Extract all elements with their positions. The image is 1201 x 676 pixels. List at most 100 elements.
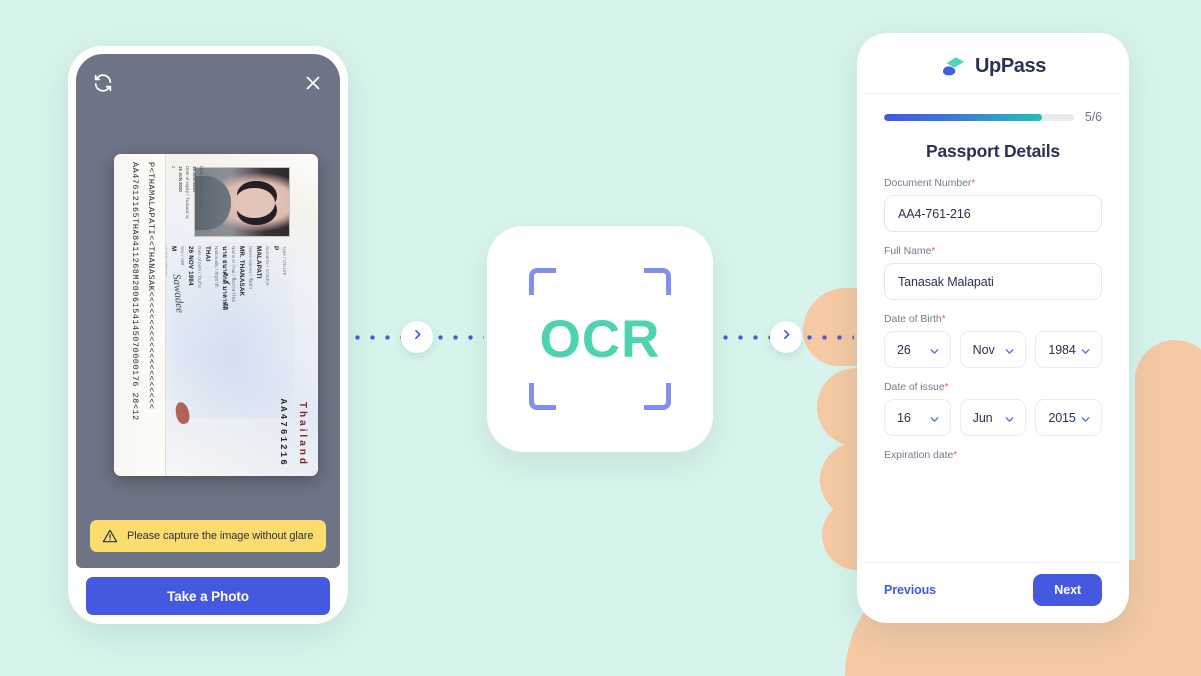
- hand-thumb: [1135, 340, 1201, 640]
- chevron-down-icon: [1004, 344, 1015, 355]
- passport-stamp: [174, 401, 191, 425]
- previous-button[interactable]: Previous: [884, 583, 936, 597]
- required-marker: *: [953, 450, 958, 461]
- illustration-stage: Thailand AA4761216 Type / ประเภท P Surna…: [0, 0, 1201, 676]
- required-marker: *: [931, 246, 936, 257]
- doi-year-select[interactable]: 2015: [1035, 399, 1103, 436]
- chevron-down-icon: [1080, 344, 1091, 355]
- full-name-input[interactable]: [884, 263, 1102, 300]
- ocr-processing-card: OCR: [487, 226, 713, 452]
- field-surname-value: MALAPATI: [255, 246, 263, 279]
- date-of-issue-row: 16 Jun 2015: [884, 399, 1103, 436]
- page-title: Passport Details: [926, 141, 1060, 161]
- form-footer: Previous Next: [864, 562, 1122, 616]
- passport-page: Thailand AA4761216 Type / ประเภท P Surna…: [114, 154, 318, 476]
- progress-bar-track: [884, 113, 1074, 121]
- label-text: Expiration date: [884, 449, 954, 461]
- dotted-line: [350, 334, 401, 340]
- date-of-issue-label: Date of issue*: [884, 381, 1102, 393]
- field-nationality-label: Nationality / สัญชาติ: [214, 246, 219, 287]
- progress-step-label: 5/6: [1084, 110, 1102, 124]
- field-type-label: Type / ประเภท: [282, 246, 287, 276]
- connector-right: [718, 321, 854, 353]
- required-marker: *: [971, 178, 976, 189]
- document-number-input[interactable]: [884, 195, 1102, 232]
- rotate-camera-icon[interactable]: [92, 72, 114, 94]
- passport-mrz: P<THAMALAPATI<<THANASAK<<<<<<<<<<<<<<<<<…: [114, 154, 166, 476]
- form-body: 5/6 Passport Details Document Number* Fu…: [864, 94, 1122, 562]
- passport-details-phone: UpPass 5/6 Passport Details Document Num…: [857, 33, 1129, 623]
- camera-viewfinder: Thailand AA4761216 Type / ประเภท P Surna…: [76, 54, 340, 568]
- required-marker: *: [944, 382, 949, 393]
- arrow-connector-1[interactable]: [401, 321, 433, 353]
- dob-day-value: 26: [897, 342, 911, 357]
- connector-left: [350, 321, 484, 353]
- field-name-thai-value: นาย ธนาศักดิ์ มาลาพัติ: [221, 246, 229, 311]
- label-text: Date of Birth: [884, 313, 942, 325]
- field-surname-label: Surname / นามสกุล: [265, 246, 270, 286]
- dob-year-value: 1984: [1048, 342, 1076, 357]
- chevron-right-icon: [411, 328, 424, 346]
- mrz-line-1: P<THAMALAPATI<<THANASAK<<<<<<<<<<<<<<<<<…: [146, 162, 156, 410]
- dotted-line: [433, 334, 484, 340]
- dob-month-value: Nov: [972, 342, 995, 357]
- progress-bar-fill: [884, 113, 1042, 121]
- progress-row: 5/6: [884, 110, 1102, 124]
- field-dob-label: Date of birth / วันเกิด: [197, 246, 202, 288]
- dob-month-select[interactable]: Nov: [959, 331, 1027, 368]
- ocr-label: OCR: [539, 309, 661, 369]
- dotted-line: [718, 334, 770, 340]
- field-doe-label: Date of expiry / วันหมดอายุ: [185, 166, 190, 219]
- take-photo-button[interactable]: Take a Photo: [86, 577, 330, 615]
- form-screen: UpPass 5/6 Passport Details Document Num…: [864, 40, 1122, 616]
- full-name-label: Full Name*: [884, 245, 1102, 257]
- passport-country: Thailand: [297, 401, 308, 467]
- field-sex-value: M: [170, 246, 178, 252]
- doi-day-value: 16: [897, 410, 911, 425]
- field-doi-label: Date of issue / วันออก: [199, 166, 204, 209]
- label-text: Date of issue: [884, 381, 945, 393]
- date-of-birth-row: 26 Nov 1984: [884, 331, 1103, 368]
- close-icon[interactable]: [302, 72, 324, 94]
- dotted-line: [802, 334, 854, 340]
- chevron-right-icon: [780, 328, 793, 346]
- doi-month-value: Jun: [972, 410, 993, 425]
- glare-warning-text: Please capture the image without glare: [127, 530, 314, 542]
- passport-issue-expiry-block: Date of issue / วันออก 16 JUN 2015 Date …: [170, 166, 205, 228]
- document-capture-phone: Thailand AA4761216 Type / ประเภท P Surna…: [68, 46, 348, 624]
- passport-portrait-photo: [194, 167, 290, 237]
- arrow-connector-2[interactable]: [770, 321, 802, 353]
- doi-day-select[interactable]: 16: [884, 399, 951, 436]
- chevron-down-icon: [929, 344, 940, 355]
- required-marker: *: [941, 314, 946, 325]
- date-of-birth-label: Date of Birth*: [884, 313, 1102, 325]
- passport-document-preview: Thailand AA4761216 Type / ประเภท P Surna…: [114, 154, 318, 476]
- label-text: Document Number: [884, 177, 972, 189]
- field-given-value: MR. THANASAK: [238, 246, 246, 297]
- chevron-down-icon: [1004, 412, 1015, 423]
- field-name-thai-label: Name in Thai / ชื่อภาษาไทย: [231, 246, 236, 303]
- warning-triangle-icon: [102, 528, 118, 544]
- mrz-line-2: AA47612165THA8411268M2006154145070000176…: [130, 162, 140, 421]
- passport-page-number: 2: [171, 166, 176, 169]
- dob-year-select[interactable]: 1984: [1035, 331, 1103, 368]
- field-doi-value: 16 JUN 2015: [192, 166, 197, 192]
- app-header: UpPass: [864, 40, 1122, 94]
- field-dob-value: 26 NOV 1984: [187, 246, 195, 286]
- field-sex-label: Sex / เพศ: [180, 246, 185, 266]
- doi-year-value: 2015: [1048, 410, 1076, 425]
- camera-toolbar: [76, 66, 340, 100]
- uppass-logo-icon: [940, 55, 967, 79]
- capture-bar: Take a Photo: [76, 568, 340, 624]
- brand-name: UpPass: [975, 55, 1046, 77]
- field-given-label: Given Names / ชื่อตัว: [248, 246, 253, 290]
- chevron-down-icon: [929, 412, 940, 423]
- expiration-date-label: Expiration date*: [884, 449, 1102, 461]
- next-button[interactable]: Next: [1033, 573, 1102, 606]
- field-nationality-value: THAI: [204, 246, 212, 262]
- dob-day-select[interactable]: 26: [884, 331, 951, 368]
- doi-month-select[interactable]: Jun: [959, 399, 1027, 436]
- chevron-down-icon: [1080, 412, 1091, 423]
- field-doe-value: 15 JUN 2020: [178, 166, 183, 192]
- field-type-value: P: [272, 246, 280, 251]
